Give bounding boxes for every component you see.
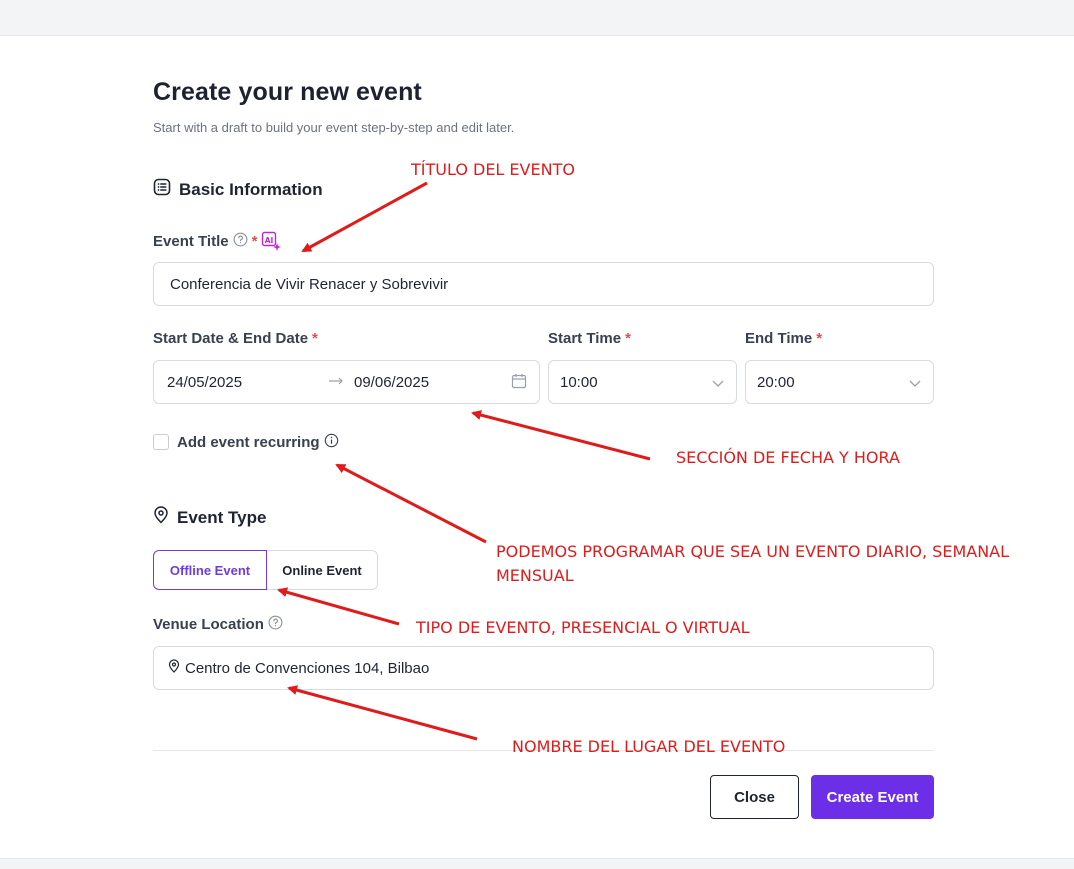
bottom-bar [0,858,1074,869]
event-title-input[interactable]: Conferencia de Vivir Renacer y Sobrevivi… [153,262,934,306]
ai-sparkle-icon[interactable]: AI [261,231,282,251]
annotation-recurring-line1: PODEMOS PROGRAMAR QUE SEA UN EVENTO DIAR… [496,542,1010,561]
info-icon[interactable] [324,433,339,452]
arrow-right-icon [328,373,344,393]
page-subtitle: Start with a draft to build your event s… [153,120,515,135]
arrow-to-venue [287,685,478,741]
annotation-type: TIPO DE EVENTO, PRESENCIAL O VIRTUAL [416,618,750,637]
help-icon[interactable] [268,615,283,634]
basic-info-heading: Basic Information [153,178,323,201]
arrow-to-type [277,587,400,626]
annotation-date: SECCIÓN DE FECHA Y HORA [676,448,900,467]
help-icon[interactable] [233,232,248,251]
create-event-button[interactable]: Create Event [811,775,934,819]
start-date-value[interactable]: 24/05/2025 [167,374,242,391]
end-time-select[interactable]: 20:00 [745,360,934,404]
date-range-picker[interactable]: 24/05/2025 09/06/2025 [153,360,540,404]
start-time-select[interactable]: 10:00 [548,360,737,404]
annotation-title: TÍTULO DEL EVENTO [411,160,575,179]
arrow-to-recurring [335,463,487,544]
event-title-label: Event Title * AI [153,231,282,251]
end-time-label: End Time * [745,330,823,347]
list-icon [153,178,171,201]
online-event-tab[interactable]: Online Event [267,550,378,590]
calendar-icon[interactable] [511,373,527,393]
venue-location-input[interactable]: Centro de Convenciones 104, Bilbao [153,646,934,690]
venue-location-label: Venue Location [153,615,283,634]
basic-info-heading-text: Basic Information [179,179,323,199]
event-type-heading: Event Type [153,506,266,529]
annotation-venue: NOMBRE DEL LUGAR DEL EVENTO [512,737,786,756]
arrow-to-date [471,410,651,461]
page-title: Create your new event [153,78,422,106]
annotation-recurring-line2: MENSUAL [496,566,574,585]
close-button[interactable]: Close [710,775,799,819]
offline-event-tab[interactable]: Offline Event [153,550,267,590]
date-range-label: Start Date & End Date * [153,330,318,347]
top-bar [0,0,1074,36]
recurring-label[interactable]: Add event recurring [177,433,339,452]
required-mark: * [251,232,258,250]
chevron-down-icon [908,376,922,394]
svg-text:AI: AI [265,236,274,245]
recurring-checkbox[interactable] [153,434,169,450]
location-pin-icon [168,659,180,677]
start-time-label: Start Time * [548,330,631,347]
chevron-down-icon [711,376,725,394]
end-date-value[interactable]: 09/06/2025 [354,374,429,391]
map-pin-icon [153,506,169,529]
